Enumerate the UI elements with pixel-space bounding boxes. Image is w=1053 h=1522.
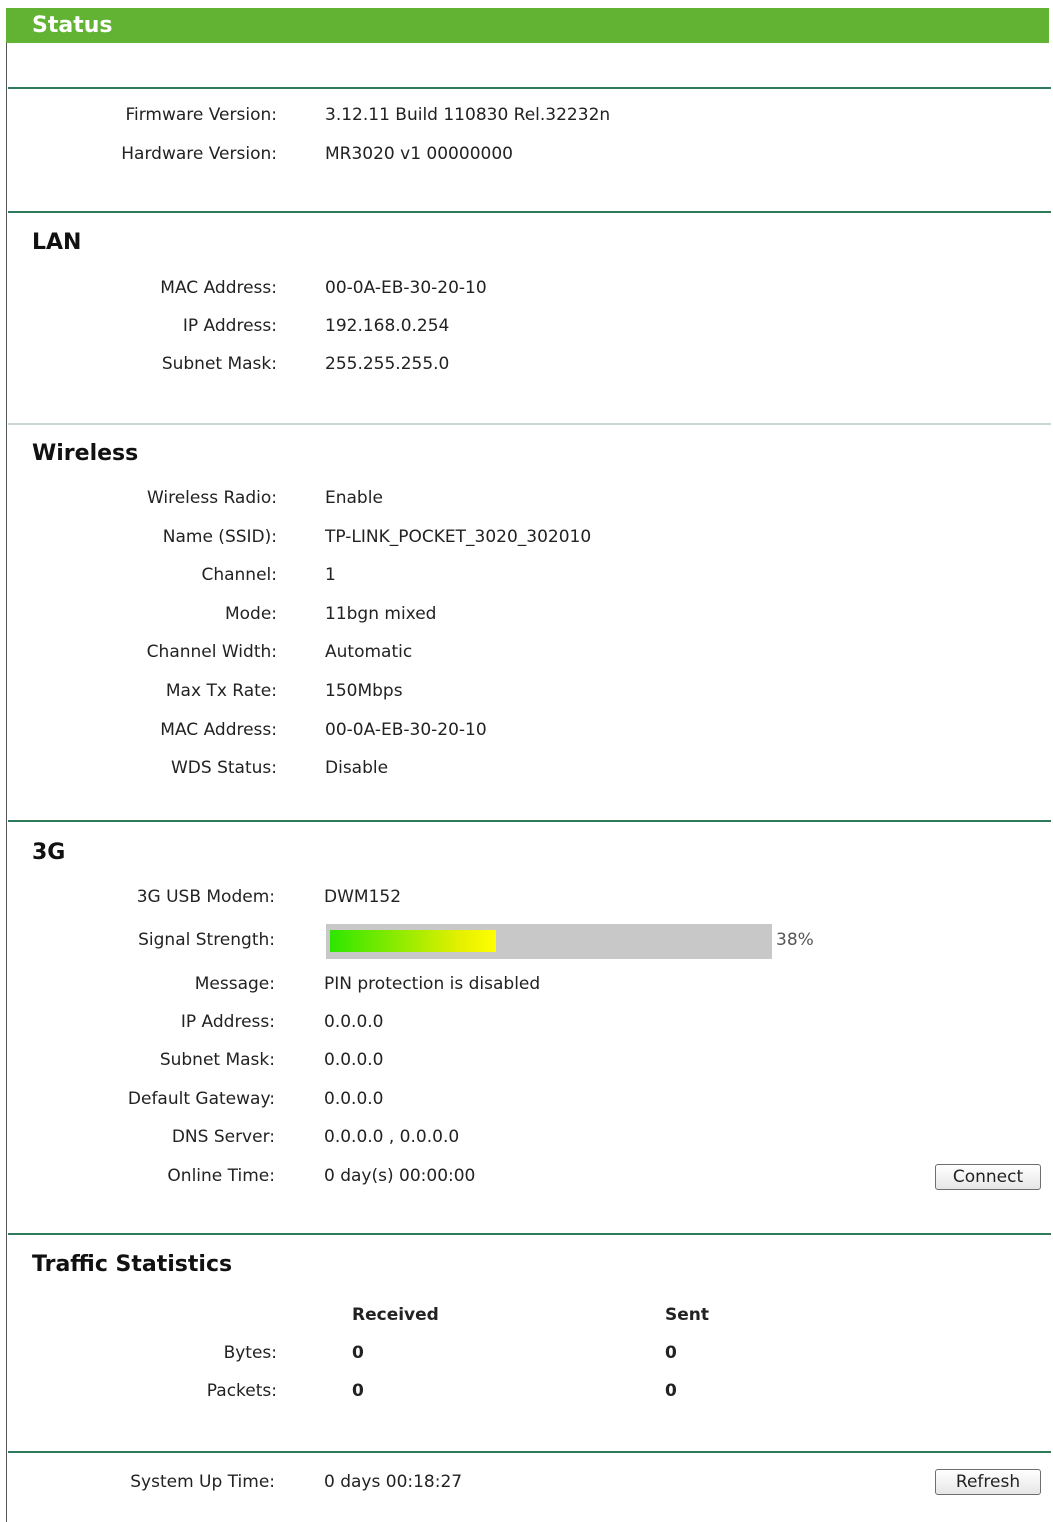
3g-ip-label: IP Address: <box>180 1012 275 1032</box>
lan-mac-label: MAC Address: <box>160 278 277 298</box>
lan-ip-value: 192.168.0.254 <box>325 316 450 336</box>
wireless-radio-label: Wireless Radio: <box>146 488 277 508</box>
message-label: Message: <box>194 974 275 994</box>
lan-mask-label: Subnet Mask: <box>161 354 277 374</box>
hardware-version-label: Hardware Version: <box>121 144 277 164</box>
online-time-label: Online Time: <box>167 1166 275 1186</box>
3g-modem-value: DWM152 <box>324 887 402 907</box>
firmware-version-value: 3.12.11 Build 110830 Rel.32232n <box>325 105 611 125</box>
lan-ip-label: IP Address: <box>182 316 277 336</box>
signal-strength-bar <box>326 924 772 959</box>
mode-value: 11bgn mixed <box>325 604 437 624</box>
page-title: Status <box>32 13 113 38</box>
max-tx-rate-label: Max Tx Rate: <box>165 681 277 701</box>
system-uptime-value: 0 days 00:18:27 <box>324 1472 463 1492</box>
signal-strength-label: Signal Strength: <box>138 930 275 950</box>
wds-status-value: Disable <box>325 758 389 778</box>
wireless-mac-label: MAC Address: <box>160 720 277 740</box>
wds-status-label: WDS Status: <box>171 758 277 778</box>
channel-width-label: Channel Width: <box>146 642 277 662</box>
packets-received-value: 0 <box>352 1381 364 1401</box>
packets-sent-value: 0 <box>665 1381 677 1401</box>
bytes-received-value: 0 <box>352 1343 364 1363</box>
wireless-section-title: Wireless <box>32 441 139 466</box>
dns-server-value: 0.0.0.0 , 0.0.0.0 <box>324 1127 460 1147</box>
title-bar: Status <box>6 8 1049 43</box>
default-gateway-value: 0.0.0.0 <box>324 1089 384 1109</box>
3g-section-title: 3G <box>32 840 66 865</box>
signal-strength-percent: 38% <box>776 930 814 950</box>
default-gateway-label: Default Gateway: <box>127 1089 275 1109</box>
wireless-mac-value: 00-0A-EB-30-20-10 <box>325 720 487 740</box>
bytes-sent-value: 0 <box>665 1343 677 1363</box>
divider <box>8 211 1051 213</box>
3g-mask-label: Subnet Mask: <box>159 1050 275 1070</box>
mode-label: Mode: <box>224 604 277 624</box>
sent-column-header: Sent <box>665 1305 710 1325</box>
3g-ip-value: 0.0.0.0 <box>324 1012 384 1032</box>
lan-mac-value: 00-0A-EB-30-20-10 <box>325 278 487 298</box>
lan-section-title: LAN <box>32 230 82 255</box>
bytes-label: Bytes: <box>223 1343 277 1363</box>
3g-mask-value: 0.0.0.0 <box>324 1050 384 1070</box>
divider <box>8 1233 1051 1235</box>
channel-label: Channel: <box>201 565 277 585</box>
ssid-value: TP-LINK_POCKET_3020_302010 <box>325 527 592 547</box>
connect-button[interactable]: Connect <box>935 1164 1041 1190</box>
divider <box>8 423 1051 425</box>
signal-strength-fill <box>330 930 496 952</box>
lan-mask-value: 255.255.255.0 <box>325 354 450 374</box>
ssid-label: Name (SSID): <box>162 527 277 547</box>
wireless-radio-value: Enable <box>325 488 383 508</box>
max-tx-rate-value: 150Mbps <box>325 681 403 701</box>
hardware-version-value: MR3020 v1 00000000 <box>325 144 513 164</box>
message-value: PIN protection is disabled <box>324 974 541 994</box>
3g-modem-label: 3G USB Modem: <box>136 887 275 907</box>
received-column-header: Received <box>352 1305 439 1325</box>
packets-label: Packets: <box>206 1381 277 1401</box>
divider <box>8 1451 1051 1453</box>
system-uptime-label: System Up Time: <box>130 1472 275 1492</box>
channel-value: 1 <box>325 565 336 585</box>
channel-width-value: Automatic <box>325 642 413 662</box>
divider <box>8 820 1051 822</box>
divider <box>8 87 1051 89</box>
online-time-value: 0 day(s) 00:00:00 <box>324 1166 476 1186</box>
dns-server-label: DNS Server: <box>171 1127 275 1147</box>
firmware-version-label: Firmware Version: <box>125 105 277 125</box>
traffic-section-title: Traffic Statistics <box>32 1252 233 1277</box>
refresh-button[interactable]: Refresh <box>935 1469 1041 1495</box>
